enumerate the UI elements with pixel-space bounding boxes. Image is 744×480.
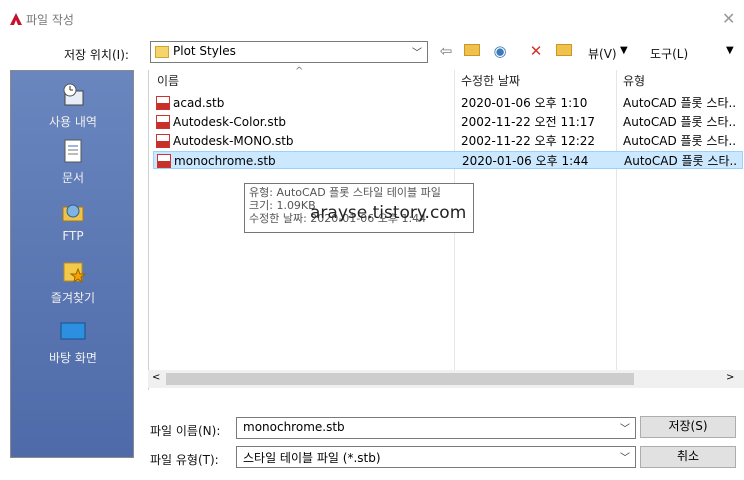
- favorites-icon: [63, 262, 87, 284]
- back-icon[interactable]: ⇦: [436, 41, 456, 61]
- file-modified: 2020-01-06 오후 1:10: [461, 96, 588, 110]
- new-folder-icon[interactable]: [554, 41, 574, 61]
- save-in-dropdown[interactable]: Plot Styles ﹀: [150, 41, 428, 63]
- file-type: AutoCAD 플롯 스타..: [623, 134, 737, 148]
- place-label: 바탕 화면: [49, 351, 97, 365]
- file-modified: 2020-01-06 오후 1:44: [462, 154, 589, 168]
- filetype-value: 스타일 테이블 파일 (*.stb): [243, 451, 381, 465]
- file-row[interactable]: acad.stb 2020-01-06 오후 1:10 AutoCAD 플롯 스…: [153, 94, 743, 112]
- scroll-left-icon[interactable]: <: [152, 372, 160, 383]
- autocad-logo-icon: [10, 13, 22, 25]
- place-ftp[interactable]: FTP: [11, 197, 135, 243]
- tooltip-type: 유형: AutoCAD 플롯 스타일 테이블 파일: [249, 186, 441, 199]
- place-label: 즐겨찾기: [50, 291, 96, 305]
- cancel-button[interactable]: 취소: [640, 446, 736, 468]
- file-row-selected[interactable]: monochrome.stb 2020-01-06 오후 1:44 AutoCA…: [153, 151, 743, 169]
- watermark-text: arayse.tistory.com: [310, 203, 467, 223]
- file-name: acad.stb: [173, 96, 225, 110]
- place-label: 문서: [61, 171, 85, 185]
- filename-label: 파일 이름(N):: [150, 424, 221, 438]
- place-history[interactable]: 사용 내역: [11, 81, 135, 130]
- filetype-label: 파일 유형(T):: [150, 453, 219, 467]
- file-name: monochrome.stb: [174, 154, 276, 168]
- place-label: FTP: [62, 229, 84, 243]
- save-in-label: 저장 위치(I):: [64, 48, 129, 62]
- place-label: 사용 내역: [49, 115, 97, 129]
- documents-icon: [64, 139, 82, 163]
- filetype-dropdown[interactable]: 스타일 테이블 파일 (*.stb) ﹀: [236, 446, 636, 468]
- place-documents[interactable]: 문서: [11, 137, 135, 186]
- column-type-header[interactable]: 유형: [623, 70, 645, 92]
- places-bar: 사용 내역 문서 FTP 즐겨찾기 바탕 화면: [10, 70, 134, 458]
- desktop-icon: [60, 322, 86, 340]
- delete-icon[interactable]: ✕: [526, 41, 546, 61]
- save-in-value: Plot Styles: [173, 44, 236, 58]
- stb-file-icon: [157, 154, 171, 168]
- file-row[interactable]: Autodesk-MONO.stb 2002-11-22 오후 12:22 Au…: [153, 132, 743, 150]
- stb-file-icon: [156, 96, 170, 110]
- ftp-icon: [62, 204, 84, 222]
- window-title: 파일 작성: [26, 13, 74, 27]
- title-bar: 파일 작성 ✕: [0, 0, 744, 34]
- view-menu[interactable]: 뷰(V): [588, 45, 617, 62]
- history-icon: [63, 83, 84, 106]
- filename-input[interactable]: monochrome.stb ﹀: [236, 417, 636, 439]
- place-desktop[interactable]: 바탕 화면: [11, 317, 135, 366]
- search-web-icon[interactable]: ◉: [490, 41, 510, 61]
- view-dropdown-icon[interactable]: ▼: [620, 45, 628, 56]
- scrollbar-thumb[interactable]: [166, 373, 634, 385]
- file-modified: 2002-11-22 오전 11:17: [461, 115, 596, 129]
- chevron-down-icon[interactable]: ﹀: [620, 449, 630, 464]
- file-type: AutoCAD 플롯 스타..: [623, 115, 737, 129]
- file-type: AutoCAD 플롯 스타..: [624, 154, 738, 168]
- stb-file-icon: [156, 134, 170, 148]
- folder-icon: [155, 46, 169, 58]
- file-type: AutoCAD 플롯 스타..: [623, 96, 737, 110]
- filename-value: monochrome.stb: [243, 420, 345, 434]
- column-modified-header[interactable]: 수정한 날짜: [461, 70, 520, 92]
- file-modified: 2002-11-22 오후 12:22: [461, 134, 596, 148]
- tools-dropdown-icon[interactable]: ▼: [726, 45, 734, 56]
- close-icon[interactable]: ✕: [722, 9, 735, 28]
- chevron-down-icon[interactable]: ﹀: [620, 420, 630, 435]
- tools-menu[interactable]: 도구(L): [650, 45, 688, 62]
- stb-file-icon: [156, 115, 170, 129]
- scroll-right-icon[interactable]: >: [726, 372, 734, 383]
- file-name: Autodesk-MONO.stb: [173, 134, 294, 148]
- chevron-down-icon: ﹀: [412, 48, 422, 59]
- file-row[interactable]: Autodesk-Color.stb 2002-11-22 오전 11:17 A…: [153, 113, 743, 131]
- sort-up-icon: ^: [295, 66, 304, 77]
- column-name-header[interactable]: 이름: [157, 70, 179, 92]
- place-favorites[interactable]: 즐겨찾기: [11, 257, 135, 306]
- up-folder-icon[interactable]: [462, 41, 482, 61]
- save-button[interactable]: 저장(S): [640, 416, 736, 438]
- file-name: Autodesk-Color.stb: [173, 115, 287, 129]
